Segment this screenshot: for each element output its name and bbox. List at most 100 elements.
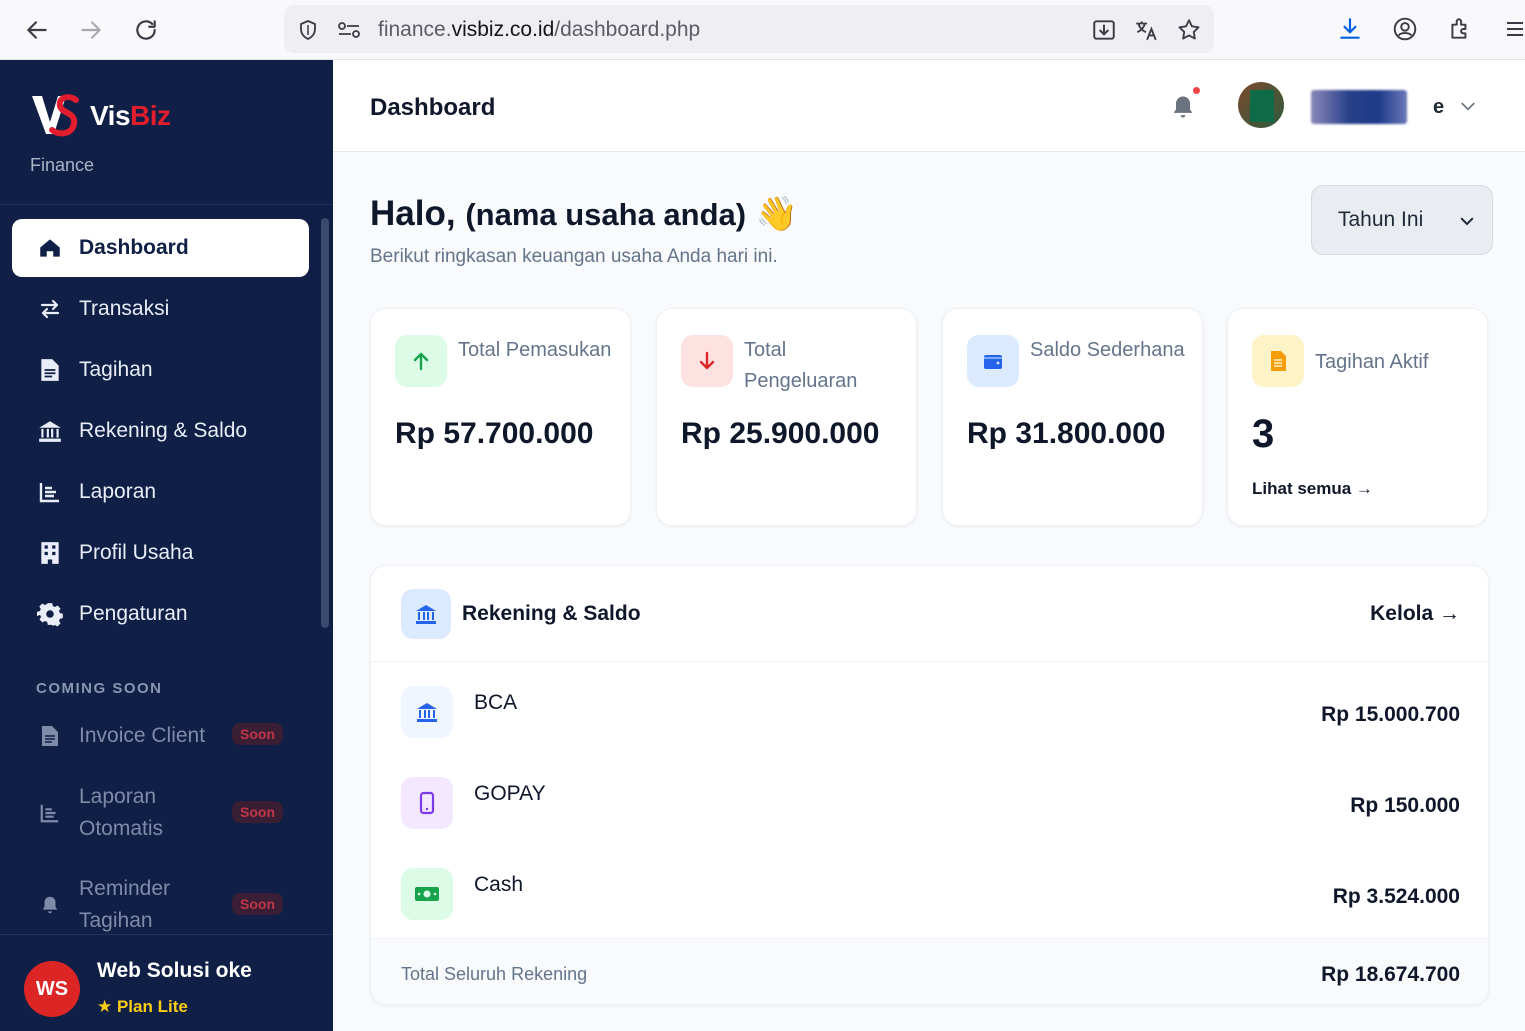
- back-arrow-icon: [27, 21, 47, 39]
- soon-badge: Soon: [232, 723, 283, 745]
- notification-bell-icon[interactable]: [1169, 93, 1197, 121]
- sidebar-item-profil-usaha[interactable]: Profil Usaha: [12, 524, 309, 582]
- reload-button[interactable]: [128, 12, 164, 48]
- sidebar-item-transaksi[interactable]: Transaksi: [12, 280, 309, 338]
- stat-value: Rp 31.800.000: [967, 417, 1166, 450]
- sidebar-scrollbar[interactable]: [321, 218, 329, 628]
- url-text[interactable]: finance.visbiz.co.id/dashboard.php: [378, 18, 700, 42]
- notification-dot: [1191, 85, 1202, 96]
- soon-badge: Soon: [232, 893, 283, 915]
- account-name: BCA: [474, 691, 518, 714]
- browser-toolbar: finance.visbiz.co.id/dashboard.php: [0, 0, 1525, 60]
- sidebar-item-label: Dashboard: [79, 236, 189, 259]
- greeting-subtitle: Berikut ringkasan keuangan usaha Anda ha…: [370, 246, 778, 267]
- visbiz-logo-icon: [32, 94, 79, 137]
- wallet-icon: [967, 335, 1019, 387]
- cash-icon: [401, 868, 453, 920]
- sidebar-divider: [0, 204, 333, 205]
- gear-icon: [36, 600, 64, 628]
- stat-label: Total Pemasukan: [458, 339, 612, 361]
- address-bar[interactable]: finance.visbiz.co.id/dashboard.php: [284, 5, 1214, 53]
- sidebar-item-label: Rekening & Saldo: [79, 419, 248, 442]
- see-all-invoices-link[interactable]: Lihat semua →: [1252, 479, 1373, 499]
- user-name-redacted: [1311, 90, 1407, 124]
- sidebar-item-invoice-client[interactable]: Invoice Client Soon: [12, 720, 309, 752]
- building-icon: [36, 539, 64, 567]
- forward-button[interactable]: [73, 12, 109, 48]
- arrow-up-icon: [395, 335, 447, 387]
- account-row[interactable]: Cash Rp 3.524.000: [371, 852, 1488, 944]
- swap-arrows-icon: [36, 295, 64, 323]
- sidebar-item-pengaturan[interactable]: Pengaturan: [12, 585, 309, 643]
- sidebar-item-rekening[interactable]: Rekening & Saldo: [12, 402, 309, 460]
- stat-card-pengeluaran: Total Pengeluaran Rp 25.900.000: [656, 308, 917, 526]
- stat-card-saldo: Saldo Sederhana Rp 31.800.000: [942, 308, 1203, 526]
- sidebar-item-laporan-otomatis[interactable]: Laporan Otomatis Soon: [12, 781, 309, 845]
- extensions-icon[interactable]: [1445, 14, 1475, 44]
- account-balance: Rp 3.524.000: [1332, 885, 1460, 908]
- period-select-value: Tahun Ini: [1338, 208, 1424, 231]
- sidebar-item-laporan[interactable]: Laporan: [12, 463, 309, 521]
- greeting-business: (nama usaha anda): [465, 197, 747, 232]
- bank-icon: [401, 686, 453, 738]
- translate-icon[interactable]: [1133, 17, 1159, 43]
- accounts-total-row: Total Seluruh Rekening Rp 18.674.700: [371, 938, 1488, 1004]
- sidebar-item-label: Laporan Otomatis: [79, 785, 164, 840]
- sidebar-footer-profile[interactable]: WS Web Solusi oke ★ Plan Lite: [0, 934, 333, 1031]
- url-prefix: finance.: [378, 18, 452, 41]
- brand-prefix: Vis: [90, 100, 131, 131]
- section-label-coming-soon: COMING SOON: [36, 680, 163, 697]
- panel-title: Rekening & Saldo: [462, 602, 641, 625]
- chart-icon: [36, 478, 64, 506]
- account-icon[interactable]: [1390, 14, 1420, 44]
- bookmark-star-icon[interactable]: [1176, 17, 1202, 43]
- period-select[interactable]: Tahun Ini: [1311, 185, 1493, 255]
- sidebar-item-label: Reminder Tagihan: [79, 877, 171, 932]
- business-name: Web Solusi oke: [97, 959, 252, 982]
- chart-icon: [36, 799, 64, 827]
- user-avatar[interactable]: [1238, 82, 1284, 128]
- document-icon: [36, 356, 64, 384]
- greeting-hello: Halo,: [370, 194, 456, 233]
- home-icon: [36, 234, 64, 262]
- plan-badge: ★ Plan Lite: [97, 997, 188, 1016]
- downloads-icon[interactable]: [1335, 14, 1365, 44]
- arrow-down-icon: [681, 335, 733, 387]
- document-icon: [36, 722, 64, 750]
- save-page-icon[interactable]: [1091, 17, 1117, 43]
- sidebar-item-label: Transaksi: [79, 297, 170, 320]
- phone-icon: [401, 777, 453, 829]
- stat-value: 3: [1252, 412, 1275, 456]
- back-button[interactable]: [19, 12, 55, 48]
- account-row[interactable]: BCA Rp 15.000.700: [371, 670, 1488, 762]
- stat-card-pemasukan: Total Pemasukan Rp 57.700.000: [370, 308, 631, 526]
- bank-icon: [36, 417, 64, 445]
- stat-label: Tagihan Aktif: [1315, 351, 1429, 373]
- sidebar: VisBiz Finance Dashboard Transaksi Tagih…: [0, 60, 333, 1031]
- soon-badge: Soon: [232, 801, 283, 823]
- sidebar-item-label: Laporan: [79, 480, 157, 503]
- sidebar-item-label: Tagihan: [79, 358, 153, 381]
- greeting-heading: Halo, (nama usaha anda) 👋: [370, 194, 798, 234]
- sidebar-item-reminder-tagihan[interactable]: Reminder Tagihan Soon: [12, 873, 309, 937]
- manage-accounts-link[interactable]: Kelola →: [1370, 602, 1460, 626]
- chevron-down-icon: [1460, 217, 1474, 226]
- bank-icon: [401, 589, 451, 639]
- brand-name: VisBiz: [90, 100, 171, 132]
- brand-logo[interactable]: [30, 92, 80, 143]
- sidebar-item-label: Invoice Client: [79, 724, 206, 747]
- url-domain: visbiz.co.id: [451, 18, 555, 41]
- sidebar-item-dashboard[interactable]: Dashboard: [12, 219, 309, 277]
- url-path: /dashboard.php: [554, 18, 701, 41]
- shield-icon[interactable]: [295, 17, 321, 43]
- site-settings-icon[interactable]: [336, 17, 362, 43]
- page-title: Dashboard: [370, 94, 496, 121]
- account-balance: Rp 15.000.700: [1321, 703, 1460, 726]
- account-row[interactable]: GOPAY Rp 150.000: [371, 761, 1488, 853]
- menu-icon[interactable]: [1500, 14, 1525, 44]
- sidebar-item-tagihan[interactable]: Tagihan: [12, 341, 309, 399]
- chevron-down-icon[interactable]: [1458, 96, 1478, 116]
- total-value: Rp 18.674.700: [1321, 963, 1460, 986]
- accounts-panel: Rekening & Saldo Kelola → BCA Rp 15.000.…: [370, 565, 1489, 1005]
- user-name[interactable]: e: [1433, 96, 1444, 119]
